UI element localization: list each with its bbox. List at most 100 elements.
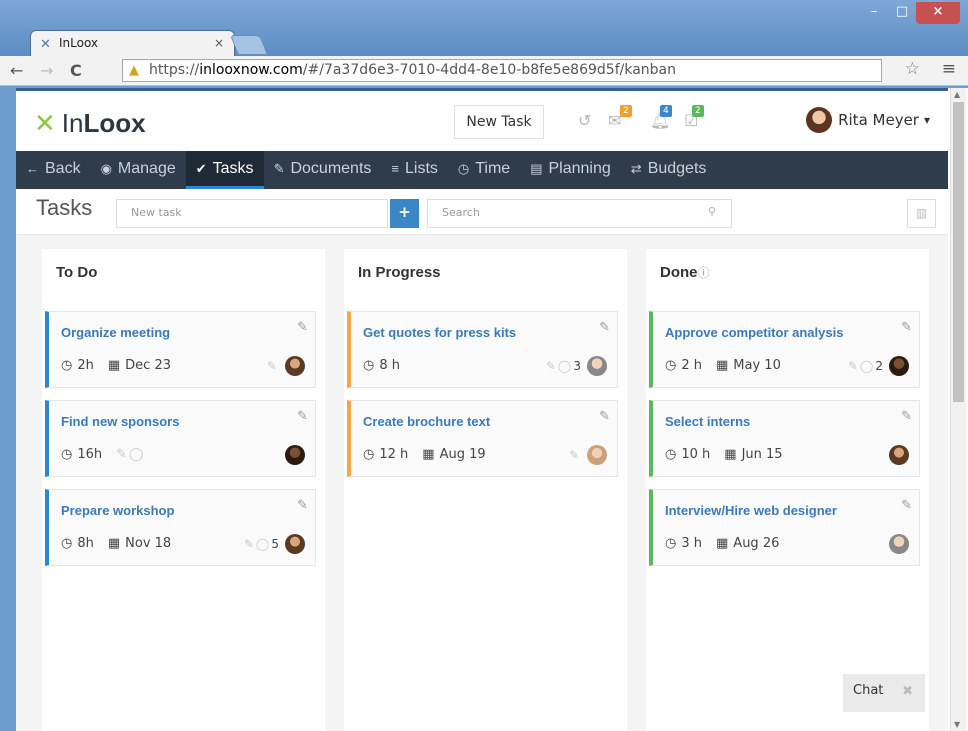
check-icon: ✔ [195,161,207,176]
comment-icon: ◯ [859,359,874,373]
task-card[interactable]: Create brochure text ✎ ◷ 12 h ▦ Aug 19 ✎ [347,400,618,477]
nav-lists[interactable]: ≡ Lists [381,151,448,189]
pencil-icon[interactable]: ✎ [297,320,308,335]
clock-icon: ◷ [363,358,375,373]
close-window-button[interactable]: × [916,2,960,24]
scroll-up-icon[interactable]: ▲ [954,90,960,99]
task-extras [883,445,909,465]
chat-label: Chat [853,683,884,698]
bookmark-star-icon[interactable]: ☆ [905,59,920,79]
avatar [285,356,305,376]
pencil-icon[interactable]: ✎ [297,409,308,424]
task-hours: 10 h [681,447,711,462]
column-title-text: Done [660,264,698,281]
task-card[interactable]: Organize meeting ✎ ◷ 2h ▦ Dec 23 ✎ [45,311,316,388]
tab-close-icon[interactable]: × [214,36,224,50]
forward-arrow-icon[interactable]: → [40,61,53,80]
kanban-column-done: Doneⓘ Approve competitor analysis ✎ ◷ 2 h… [646,249,929,731]
nav-label: Budgets [647,160,707,177]
task-date: May 10 [733,358,781,373]
chat-widget[interactable]: Chat ✖ [843,674,925,712]
task-hours: 12 h [379,447,409,462]
app-container: ✕ InLoox New Task ↺ ✉ 2 🔔︎ 4 ☑ 2 Rita Mey… [16,88,948,731]
task-card[interactable]: Select interns ✎ ◷ 10 h ▦ Jun 15 [649,400,920,477]
inloox-logo[interactable]: ✕ InLoox [34,108,146,139]
info-icon[interactable]: ⓘ [698,266,710,280]
calendar-icon: ▦ [716,536,729,551]
new-task-button[interactable]: New Task [454,105,544,139]
paperclip-icon: ✎ [273,161,285,176]
paperclip-icon: ✎ [847,359,858,373]
comment-icon: ◯ [557,359,572,373]
calendar-icon: ▦ [716,358,729,373]
avatar [285,445,305,465]
nav-budgets[interactable]: ⇄ Budgets [621,151,717,189]
clock-icon: ◷ [665,447,677,462]
browser-menu-icon[interactable]: ≡ [942,59,956,79]
task-title[interactable]: Get quotes for press kits [363,325,516,340]
nav-back[interactable]: ← Back [16,151,91,189]
task-meta: ◷ 2h ▦ Dec 23 [61,358,171,373]
column-toggle-button[interactable]: ▥ [907,199,936,228]
nav-time[interactable]: ◷ Time [448,151,520,189]
task-hours: 8h [77,536,94,551]
maximize-button[interactable]: □ [888,2,916,24]
task-title[interactable]: Prepare workshop [61,503,174,518]
task-title[interactable]: Create brochure text [363,414,490,429]
task-card[interactable]: Interview/Hire web designer ✎ ◷ 3 h ▦ Aug … [649,489,920,566]
address-bar[interactable]: ▲ https://inlooxnow.com/#/7a37d6e3-7010-… [122,59,882,82]
task-date: Jun 15 [741,447,783,462]
task-meta: ◷ 8 h [363,358,400,373]
pencil-icon[interactable]: ✎ [599,409,610,424]
task-title[interactable]: Organize meeting [61,325,170,340]
nav-label: Documents [290,160,372,177]
search-input[interactable]: Search [427,199,732,228]
task-card[interactable]: Find new sponsors ✎ ◷ 16h ✎ ◯ [45,400,316,477]
browser-tab[interactable]: ✕ InLoox × [30,30,235,56]
user-name: Rita Meyer [838,111,919,129]
exchange-icon: ⇄ [630,161,642,176]
pencil-icon[interactable]: ✎ [599,320,610,335]
lock-icon: ▲ [129,63,139,78]
nav-manage[interactable]: ◉ Manage [91,151,186,189]
nav-label: Tasks [212,160,254,177]
tasks-toolbar: Tasks New task + Search ⚲ ▥ [16,189,948,235]
url-prefix: https:// [149,62,200,78]
pencil-icon[interactable]: ✎ [297,498,308,513]
nav-planning[interactable]: ▤ Planning [520,151,621,189]
minimize-button[interactable]: – [860,2,888,24]
task-title[interactable]: Select interns [665,414,750,429]
close-icon[interactable]: ✖ [902,684,913,699]
task-card[interactable]: Get quotes for press kits ✎ ◷ 8 h ✎ ◯ 3 [347,311,618,388]
scrollbar[interactable]: ▲ ▼ [950,88,966,731]
reload-icon[interactable]: C [70,61,82,80]
task-title[interactable]: Interview/Hire web designer [665,503,837,518]
add-task-button[interactable]: + [390,199,419,228]
task-extras [883,534,909,554]
task-meta: ◷ 2 h ▦ May 10 [665,358,781,373]
comment-icon: ◯ [255,537,270,551]
user-menu[interactable]: Rita Meyer ▾ [806,107,930,133]
columns-icon: ▥ [915,206,928,220]
main-nav: ← Back ◉ Manage ✔ Tasks ✎ Documents ≡ Lists ◷… [16,151,948,189]
scrollbar-thumb[interactable] [953,102,964,402]
back-arrow-icon[interactable]: ← [10,61,23,80]
task-card[interactable]: Prepare workshop ✎ ◷ 8h ▦ Nov 18 ✎ ◯ 5 [45,489,316,566]
history-icon[interactable]: ↺ [578,111,591,130]
app-header: ✕ InLoox New Task ↺ ✉ 2 🔔︎ 4 ☑ 2 Rita Mey… [16,91,948,151]
task-date: Aug 26 [733,536,780,551]
task-title[interactable]: Approve competitor analysis [665,325,843,340]
pencil-icon[interactable]: ✎ [901,498,912,513]
pencil-icon[interactable]: ✎ [901,320,912,335]
nav-documents[interactable]: ✎ Documents [264,151,382,189]
task-card[interactable]: Approve competitor analysis ✎ ◷ 2 h ▦ May … [649,311,920,388]
scroll-down-icon[interactable]: ▼ [954,720,960,729]
avatar [889,356,909,376]
url-path: /#/7a37d6e3-7010-4dd4-8e10-b8fe5e869d5f/… [302,62,676,78]
nav-tasks[interactable]: ✔ Tasks [185,151,264,189]
pencil-icon[interactable]: ✎ [901,409,912,424]
task-date: Dec 23 [125,358,171,373]
new-task-input[interactable]: New task [116,199,388,228]
task-title[interactable]: Find new sponsors [61,414,179,429]
search-icon[interactable]: ⚲ [708,205,716,218]
